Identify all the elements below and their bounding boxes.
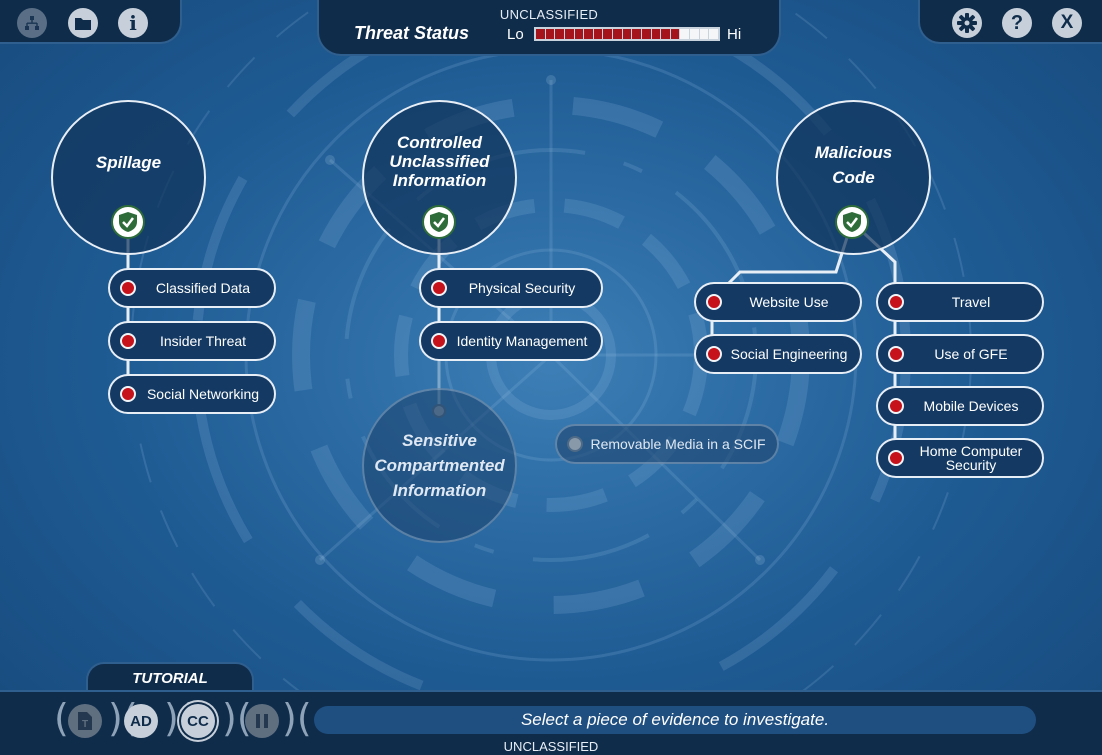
category-cui-title: Controlled Unclassified Information [389,133,490,190]
evidence-insider-threat[interactable]: Insider Threat [108,321,276,361]
sitemap-icon[interactable] [17,8,47,38]
evidence-status-dot [888,346,904,362]
evidence-use-of-gfe[interactable]: Use of GFE [876,334,1044,374]
classification-banner-bottom: UNCLASSIFIED [503,739,599,754]
evidence-status-dot [567,436,583,452]
category-spillage-title: Spillage [95,153,162,172]
category-sensitive-compartmented-information: Sensitive Compartmented Information [362,388,517,543]
threat-status-title: Threat Status [354,23,470,43]
threat-meter-segment [564,29,574,39]
classification-banner-top: UNCLASSIFIED [499,7,599,22]
evidence-status-dot [431,333,447,349]
evidence-label: Physical Security [468,280,576,296]
bottom-control-bar: ( T )( AD )( CC )( )( Select a piece of … [0,690,1102,755]
evidence-website-use[interactable]: Website Use [694,282,862,322]
transcript-button[interactable]: T [68,704,102,738]
threat-meter-segment [545,29,555,39]
threat-meter-segment [680,29,689,39]
evidence-status-dot [706,294,722,310]
close-icon[interactable]: X [1052,8,1082,38]
evidence-label: Social Engineering [730,346,848,362]
threat-meter-segment [651,29,661,39]
folder-icon[interactable] [68,8,98,38]
evidence-identity-management[interactable]: Identity Management [419,321,603,361]
evidence-status-dot [706,346,722,362]
instruction-text: Select a piece of evidence to investigat… [520,710,830,729]
category-sci-title: Sensitive Compartmented Information [374,431,505,500]
closed-captions-button[interactable]: CC [181,704,215,738]
evidence-label: Classified Data [155,280,251,296]
evidence-removable-media-in-a-scif: Removable Media in a SCIF [555,424,779,464]
evidence-label: Social Networking [146,386,260,402]
threat-level-meter [534,27,720,41]
evidence-physical-security[interactable]: Physical Security [419,268,603,308]
threat-meter-segment [584,29,593,39]
info-icon[interactable]: i [118,8,148,38]
control-bracket: )( [282,696,312,740]
pause-button[interactable] [245,704,279,738]
top-right-toolbar: ? X [918,0,1102,44]
threat-meter-segment [574,29,584,39]
evidence-label: Removable Media in a SCIF [590,436,766,452]
evidence-label: Identity Management [456,333,588,349]
threat-meter-segment [661,29,670,39]
threat-meter-segment [536,29,545,39]
threat-meter-segment [613,29,622,39]
evidence-label: Travel [951,294,991,310]
evidence-travel[interactable]: Travel [876,282,1044,322]
threat-meter-segment [593,29,603,39]
instruction-bar: Select a piece of evidence to investigat… [314,706,1036,734]
document-icon: T [78,712,92,730]
threat-meter-segment [690,29,699,39]
spillage-complete-check-icon [111,205,145,239]
control-bracket-left: ( [54,696,69,740]
threat-meter-segment [699,29,709,39]
help-icon[interactable]: ? [1002,8,1032,38]
evidence-label: Website Use [749,294,829,310]
category-malicious-code-title: Malicious Code [814,142,893,187]
evidence-mobile-devices[interactable]: Mobile Devices [876,386,1044,426]
threat-meter-segment [709,29,718,39]
malicious-code-complete-check-icon [835,205,869,239]
evidence-social-networking[interactable]: Social Networking [108,374,276,414]
evidence-status-dot [120,333,136,349]
threat-low-label: Lo [507,26,524,43]
threat-meter-segment [555,29,564,39]
threat-meter-segment [632,29,641,39]
evidence-status-dot [431,280,447,296]
evidence-status-dot [888,294,904,310]
evidence-label: Mobile Devices [923,398,1019,414]
evidence-label: Home Computer Security [919,443,1023,473]
evidence-social-engineering[interactable]: Social Engineering [694,334,862,374]
pause-icon [256,714,268,728]
threat-high-label: Hi [727,26,742,43]
gear-icon[interactable] [952,8,982,38]
evidence-status-dot [888,398,904,414]
threat-meter-segment [670,29,680,39]
evidence-label: Insider Threat [159,333,247,349]
svg-text:T: T [82,719,88,730]
evidence-home-computer-security[interactable]: Home Computer Security [876,438,1044,478]
threat-meter-segment [641,29,651,39]
tutorial-label: TUTORIAL [132,670,208,687]
top-left-toolbar: i [0,0,182,44]
audio-description-button[interactable]: AD [124,704,158,738]
evidence-status-dot [888,450,904,466]
threat-meter-segment [622,29,632,39]
evidence-label: Use of GFE [934,346,1008,362]
threat-meter-segment [603,29,612,39]
game-stage: i UNCLASSIFIED Threat Status Lo Hi ? X S… [0,0,1102,755]
evidence-status-dot [120,386,136,402]
evidence-status-dot [120,280,136,296]
evidence-classified-data[interactable]: Classified Data [108,268,276,308]
cui-complete-check-icon [422,205,456,239]
threat-status-panel: UNCLASSIFIED Threat Status Lo Hi [317,0,781,56]
